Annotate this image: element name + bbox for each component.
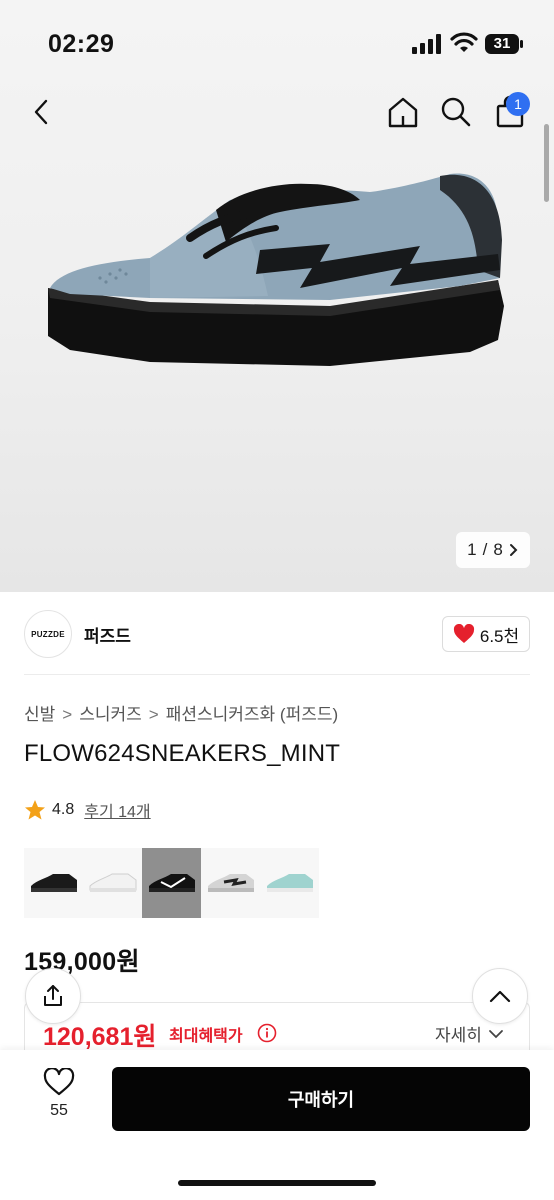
scroll-to-top-button[interactable] — [472, 968, 528, 1024]
variant-thumbnail — [30, 874, 77, 892]
brand-row: PUZZDE 퍼즈드 6.5천 — [0, 606, 554, 662]
home-button[interactable] — [381, 80, 425, 144]
cart-count-badge: 1 — [506, 92, 530, 116]
scroll-indicator — [544, 124, 549, 202]
pager-current: 1 — [467, 540, 477, 559]
product-image — [48, 173, 504, 366]
variant-thumbnail — [266, 874, 313, 892]
share-button[interactable] — [25, 968, 81, 1024]
breadcrumb-item[interactable]: 스니커즈 — [79, 705, 142, 724]
home-indicator — [178, 1180, 376, 1186]
share-icon — [44, 985, 62, 1006]
image-pager[interactable]: 1 / 8 — [456, 532, 530, 568]
status-time: 02:29 — [48, 30, 115, 58]
benefit-detail-toggle[interactable]: 자세히 — [435, 1021, 504, 1046]
pager-separator: / — [482, 540, 488, 559]
back-button[interactable] — [20, 80, 64, 144]
variant-black[interactable] — [24, 848, 83, 918]
variant-thumbnail — [89, 873, 136, 892]
brand-logo[interactable]: PUZZDE — [24, 610, 72, 658]
wishlist-button[interactable]: 55 — [32, 1068, 86, 1134]
variant-black-white[interactable] — [142, 848, 201, 918]
breadcrumb-item[interactable]: 패션스니커즈화 (퍼즈드) — [166, 705, 338, 724]
variant-grey[interactable] — [201, 848, 260, 918]
buy-button[interactable]: 구매하기 — [112, 1067, 530, 1131]
divider — [24, 674, 530, 675]
variant-white[interactable] — [83, 848, 142, 918]
heart-outline-icon — [43, 1068, 75, 1096]
cellular-signal-icon — [412, 34, 441, 54]
brand-name[interactable]: 퍼즈드 — [84, 622, 131, 647]
search-button[interactable] — [434, 80, 478, 144]
top-nav — [0, 80, 554, 144]
breadcrumb-item[interactable]: 신발 — [24, 705, 55, 724]
rating-score: 4.8 — [52, 801, 75, 818]
battery-level: 31 — [493, 35, 511, 52]
status-bar: 02:29 31 — [0, 0, 554, 80]
chevron-right-icon: > — [62, 705, 73, 724]
heart-filled-icon — [453, 624, 474, 643]
chevron-left-icon — [34, 99, 48, 125]
wishlist-count: 55 — [50, 1102, 68, 1119]
product-title: FLOW624SNEAKERS_MINT — [24, 740, 341, 767]
breadcrumb: 신발 > 스니커즈 > 패션스니커즈화 (퍼즈드) — [24, 700, 338, 725]
info-icon[interactable] — [257, 1023, 277, 1043]
chevron-down-icon — [489, 1029, 503, 1038]
chevron-right-icon: > — [148, 705, 159, 724]
pager-total: 8 — [493, 540, 503, 559]
home-icon — [388, 97, 418, 128]
rating-row: 4.8 후기 14개 — [24, 796, 151, 824]
chevron-up-icon — [489, 990, 511, 1003]
brand-like-button[interactable]: 6.5천 — [442, 616, 530, 652]
benefit-label: 최대혜택가 — [169, 1028, 243, 1045]
brand-like-count: 6.5천 — [479, 626, 520, 646]
variant-thumbnail — [148, 874, 195, 892]
variant-thumbnail — [207, 874, 254, 892]
brand-logo-text: PUZZDE — [31, 629, 65, 639]
color-variants — [24, 848, 319, 918]
chevron-right-icon — [509, 544, 518, 556]
reviews-link[interactable]: 후기 14개 — [84, 798, 150, 822]
wifi-icon — [450, 32, 478, 52]
variant-mint[interactable] — [260, 848, 319, 918]
bottom-purchase-bar: 55 구매하기 — [0, 1050, 554, 1200]
max-benefit-box[interactable]: 120,681원 최대혜택가 자세히 — [24, 1002, 530, 1052]
search-icon — [441, 97, 471, 127]
benefit-detail-label: 자세히 — [435, 1026, 482, 1045]
star-icon — [25, 800, 45, 820]
